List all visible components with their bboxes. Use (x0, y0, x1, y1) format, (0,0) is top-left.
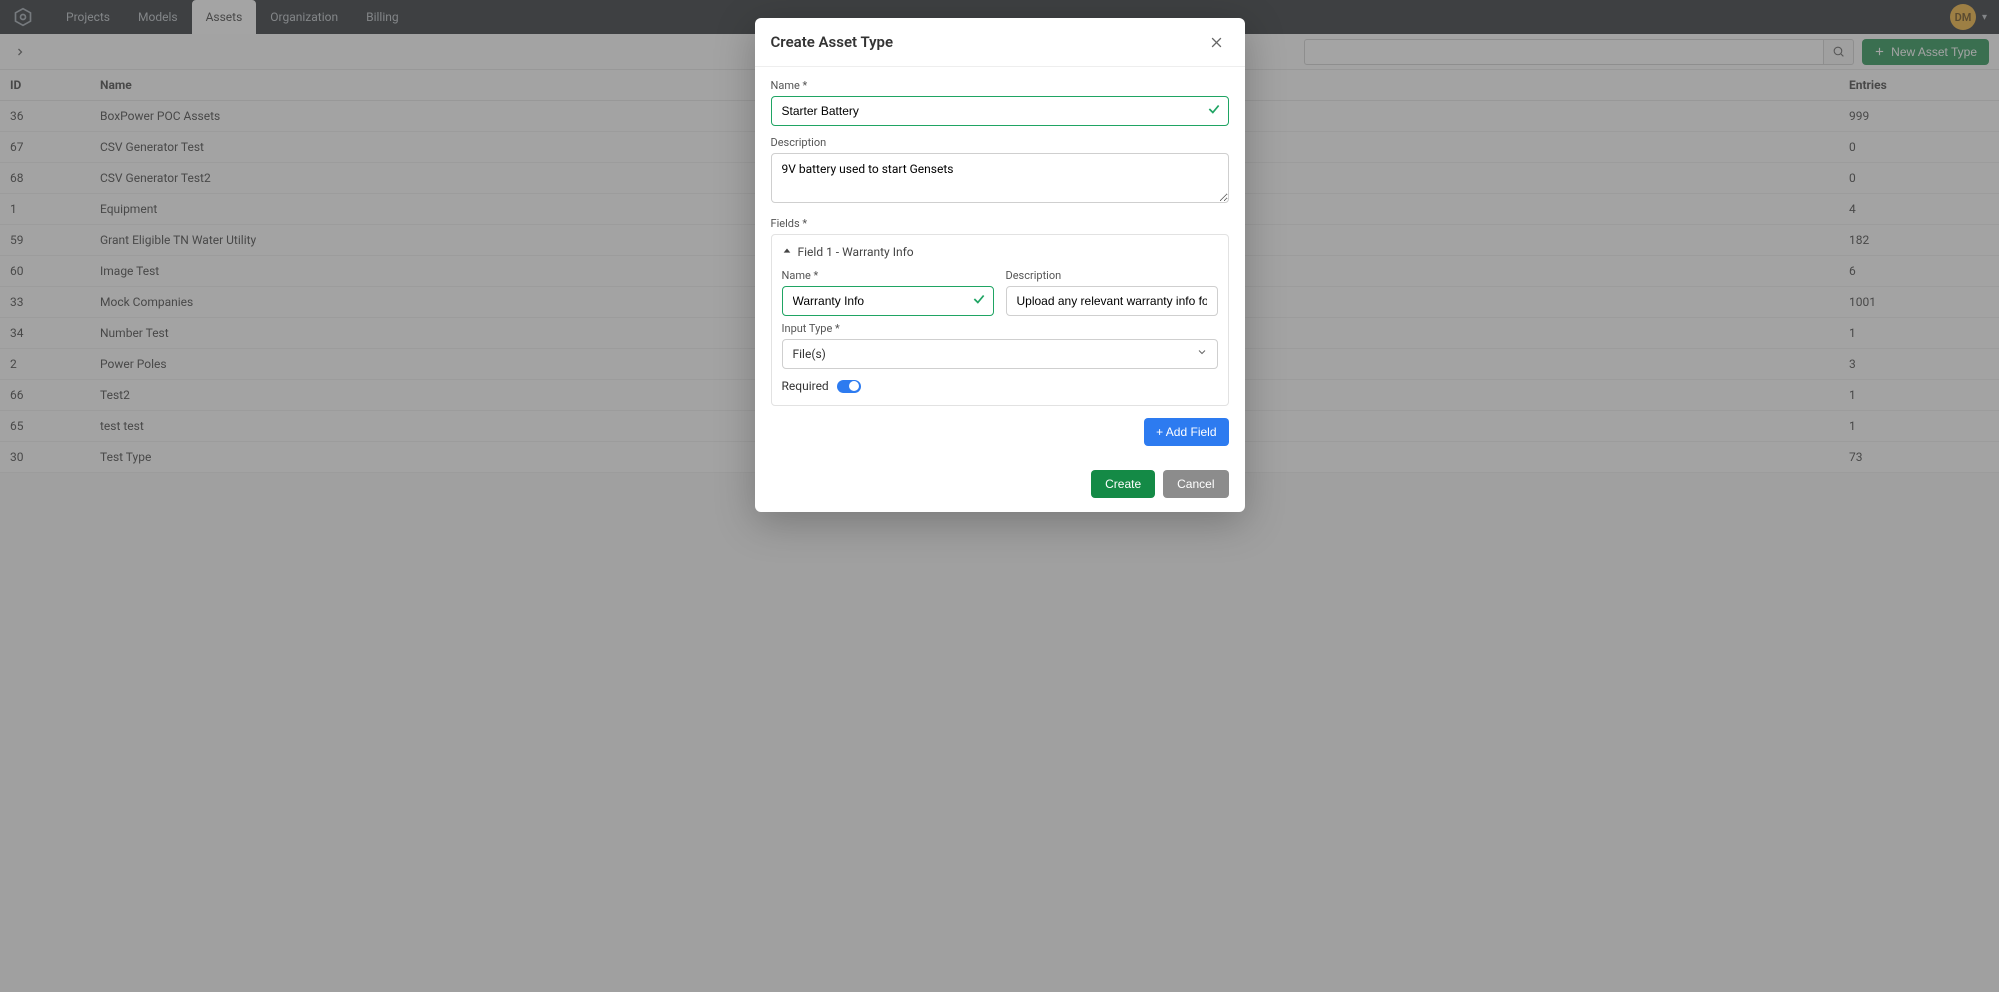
modal-close-button[interactable] (1205, 30, 1229, 54)
add-field-button[interactable]: + Add Field (1144, 418, 1228, 446)
field-panel-title: Field 1 - Warranty Info (798, 245, 914, 259)
field1-inputtype-value: File(s) (793, 347, 826, 361)
create-asset-type-modal: Create Asset Type Name * Description Fie… (755, 18, 1245, 512)
field1-name-input[interactable] (782, 286, 994, 316)
field1-inputtype-label: Input Type * (782, 322, 1218, 335)
create-button[interactable]: Create (1091, 470, 1155, 498)
field1-required-label: Required (782, 379, 829, 393)
modal-title: Create Asset Type (771, 33, 894, 51)
field1-required-toggle[interactable] (837, 380, 861, 393)
description-label: Description (771, 136, 1229, 149)
field-panel-toggle[interactable]: Field 1 - Warranty Info (772, 235, 1228, 269)
asset-name-input[interactable] (771, 96, 1229, 126)
field1-name-label: Name * (782, 269, 994, 282)
name-label: Name * (771, 79, 1229, 92)
caret-up-icon (782, 245, 792, 259)
field1-description-input[interactable] (1006, 286, 1218, 316)
asset-description-input[interactable] (771, 153, 1229, 203)
check-icon (972, 292, 986, 310)
field-panel: Field 1 - Warranty Info Name * D (771, 234, 1229, 406)
field1-desc-label: Description (1006, 269, 1218, 282)
field1-inputtype-select[interactable]: File(s) (782, 339, 1218, 369)
check-icon (1207, 102, 1221, 120)
fields-label: Fields * (771, 217, 1229, 230)
cancel-button[interactable]: Cancel (1163, 470, 1228, 498)
